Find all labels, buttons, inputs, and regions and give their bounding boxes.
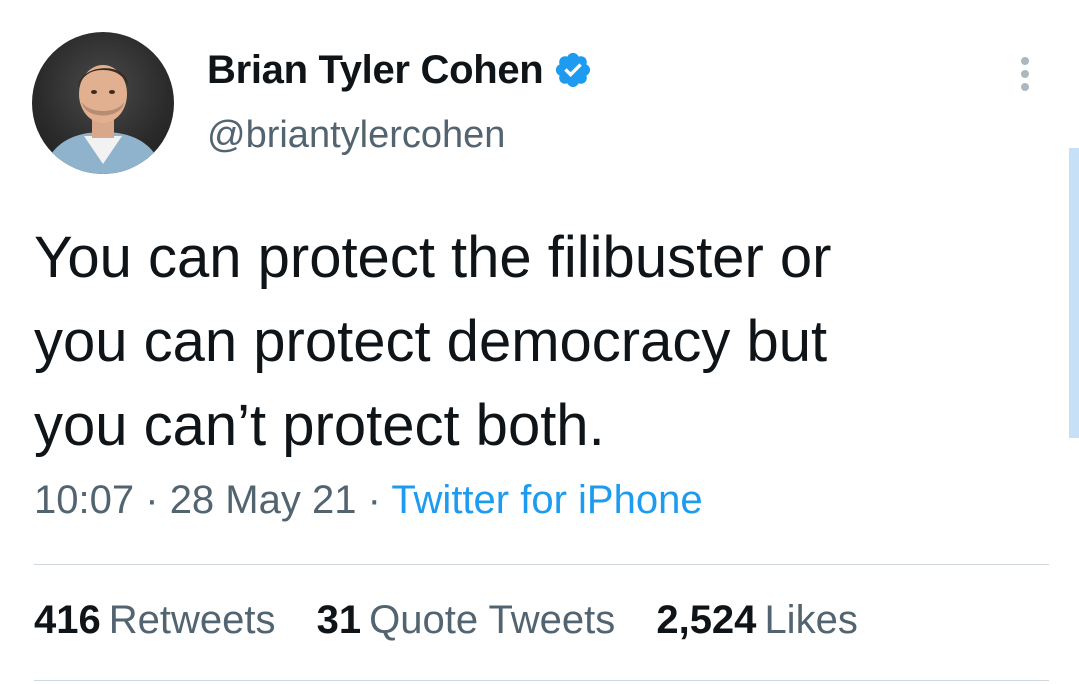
tweet-detail: Brian Tyler Cohen @briantylercohen You c… [0,0,1079,684]
author-name-row[interactable]: Brian Tyler Cohen [207,44,593,96]
verified-badge-icon [556,52,591,88]
quote-tweets-stat[interactable]: 31 Quote Tweets [317,598,616,642]
tweet-date[interactable]: 28 May 21 [170,478,357,522]
retweets-label: Retweets [108,598,276,642]
more-options-icon[interactable] [1010,52,1040,96]
tweet-metadata: 10:07 · 28 May 21 · Twitter for iPhone [34,478,703,523]
divider [34,680,1049,681]
quote-tweets-label: Quote Tweets [369,598,616,642]
tweet-stats: 416 Retweets 31 Quote Tweets 2,524 Likes [34,598,888,643]
retweets-count: 416 [34,598,101,642]
tweet-text-line: You can protect the filibuster or [34,225,832,290]
likes-label: Likes [764,598,858,642]
tweet-time[interactable]: 10:07 [34,478,134,522]
tweet-text-line: you can protect democracy but [34,309,828,374]
author-handle[interactable]: @briantylercohen [207,114,505,157]
tweet-source-link[interactable]: Twitter for iPhone [391,478,702,522]
tweet-text: You can protect the filibuster or you ca… [34,216,1044,468]
quote-tweets-count: 31 [316,598,362,642]
tweet-text-line: you can’t protect both. [34,393,605,458]
meta-separator: · [145,478,159,522]
scrollbar-thumb[interactable] [1069,148,1079,438]
divider [34,564,1049,565]
avatar-image [42,65,164,174]
display-name[interactable]: Brian Tyler Cohen [207,48,544,93]
likes-stat[interactable]: 2,524 Likes [656,598,858,642]
likes-count: 2,524 [656,598,757,642]
retweets-stat[interactable]: 416 Retweets [34,598,276,642]
meta-separator: · [367,478,381,522]
avatar[interactable] [32,32,174,174]
